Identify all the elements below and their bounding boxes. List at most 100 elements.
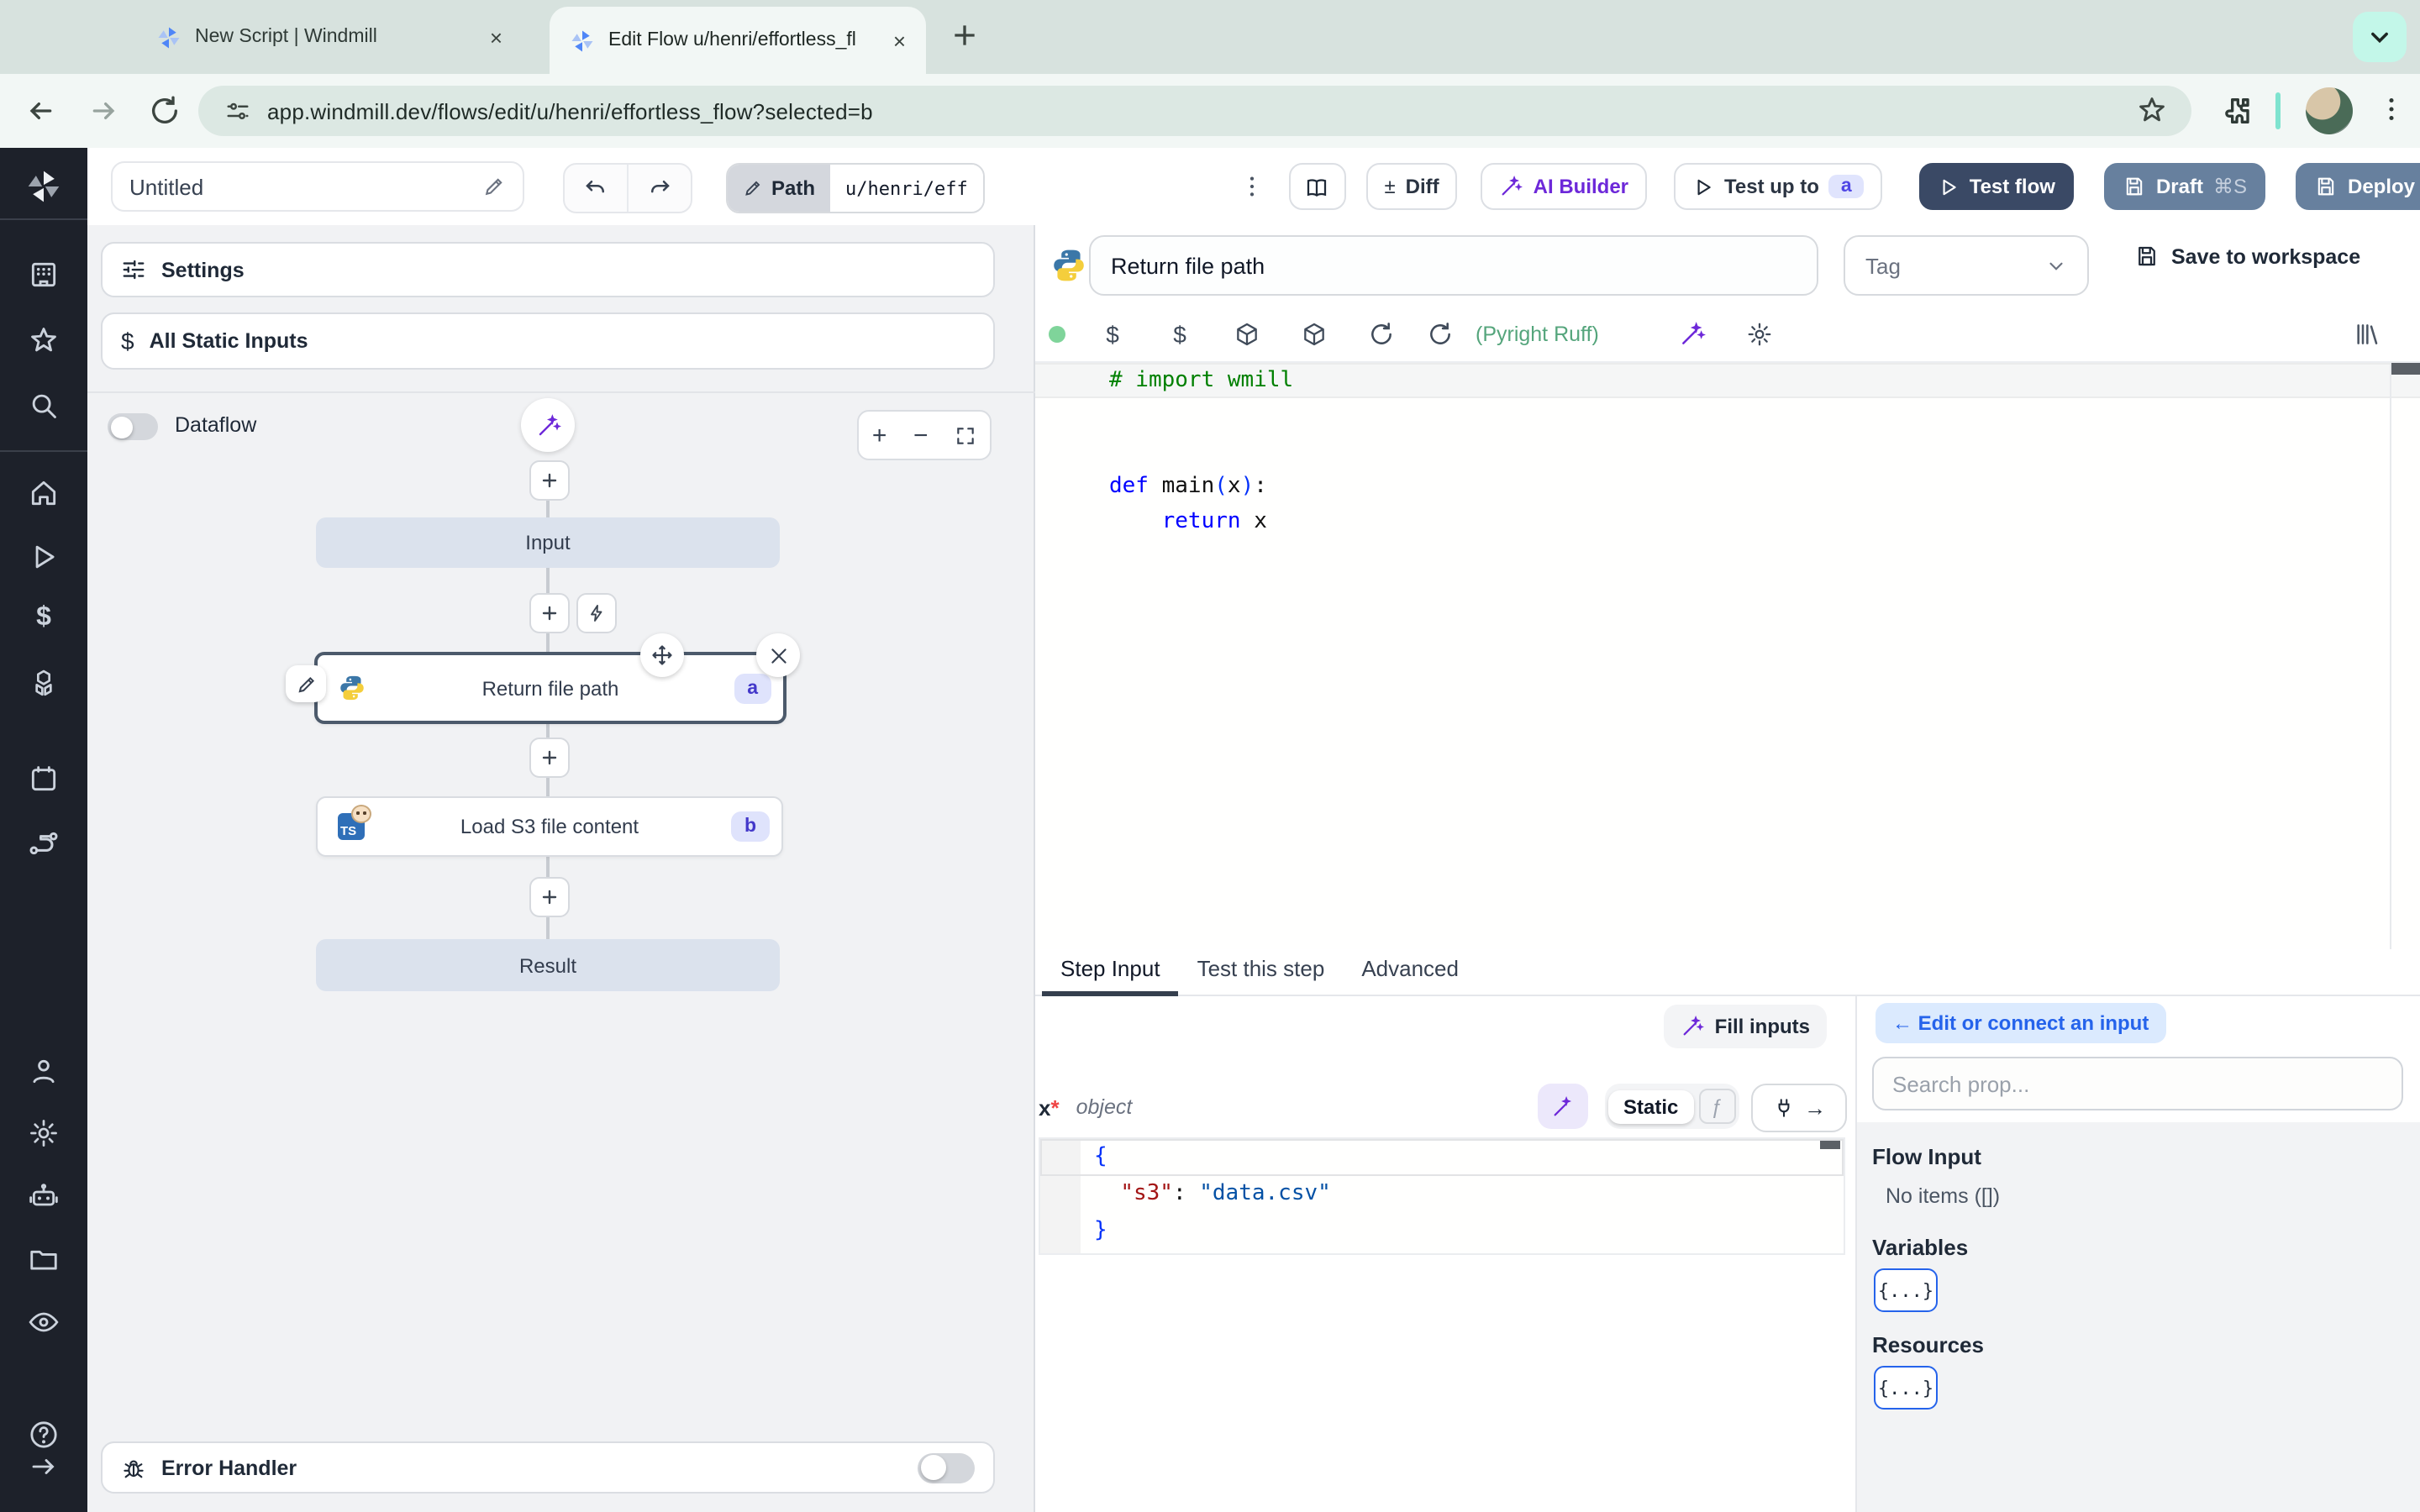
site-info-icon[interactable] bbox=[225, 98, 250, 123]
sidebar-item-runs[interactable] bbox=[28, 541, 60, 573]
new-tab-button[interactable] bbox=[948, 18, 981, 52]
browser-tab-active[interactable]: Edit Flow u/henri/effortless_fl × bbox=[550, 7, 926, 74]
code-line[interactable]: { bbox=[1040, 1139, 1844, 1176]
code-line[interactable] bbox=[1035, 433, 2420, 469]
edit-step-button[interactable] bbox=[286, 665, 326, 702]
diff-button[interactable]: ± Diff bbox=[1365, 163, 1458, 210]
package-lock-button[interactable] bbox=[1281, 320, 1348, 347]
forward-button[interactable] bbox=[87, 94, 121, 128]
fullscreen-icon[interactable] bbox=[955, 424, 976, 446]
all-static-inputs-button[interactable]: $ All Static Inputs bbox=[101, 312, 995, 370]
sidebar-item-users[interactable] bbox=[28, 1055, 60, 1087]
flow-node-step-a[interactable]: Return file path a bbox=[314, 652, 786, 724]
sidebar-item-folders[interactable] bbox=[28, 1243, 60, 1275]
package-button[interactable] bbox=[1213, 320, 1281, 347]
sidebar-item-settings[interactable] bbox=[28, 1117, 60, 1149]
sidebar-item-resources[interactable] bbox=[27, 667, 60, 701]
flow-node-step-b[interactable]: TS Load S3 file content b bbox=[316, 796, 783, 857]
dataflow-toggle[interactable] bbox=[108, 413, 158, 440]
editor-scrollbar-track[interactable] bbox=[2390, 363, 2391, 949]
sidebar-item-ai[interactable] bbox=[27, 1179, 60, 1213]
tab-step-input[interactable]: Step Input bbox=[1042, 956, 1180, 996]
sidebar-item-help[interactable] bbox=[27, 1418, 60, 1452]
tab-close-icon[interactable]: × bbox=[490, 26, 502, 48]
tab-search-button[interactable] bbox=[2353, 12, 2407, 62]
save-to-workspace-button[interactable]: Save to workspace bbox=[2134, 244, 2360, 269]
docs-button[interactable] bbox=[1288, 163, 1346, 210]
reload-deps-button[interactable] bbox=[1348, 320, 1415, 347]
code-line[interactable]: } bbox=[1040, 1213, 1844, 1250]
zoom-in-button[interactable]: + bbox=[872, 421, 887, 449]
more-options-button[interactable] bbox=[1238, 173, 1265, 200]
add-step-button[interactable] bbox=[529, 877, 570, 917]
resources-object-chip[interactable]: {...} bbox=[1874, 1366, 1938, 1410]
python-code-editor[interactable]: # import wmill def main(x): return x bbox=[1035, 363, 2420, 949]
add-step-button[interactable] bbox=[529, 738, 570, 778]
connect-input-button[interactable]: → bbox=[1751, 1084, 1847, 1132]
pencil-icon[interactable] bbox=[482, 175, 506, 198]
delete-step-button[interactable] bbox=[756, 633, 800, 677]
browser-tab-inactive[interactable]: New Script | Windmill × bbox=[139, 10, 519, 64]
error-handler-row[interactable]: Error Handler bbox=[101, 1441, 995, 1494]
zoom-out-button[interactable]: − bbox=[913, 421, 929, 449]
fill-inputs-button[interactable]: Fill inputs bbox=[1664, 1005, 1827, 1048]
step-name-input[interactable] bbox=[1089, 235, 1818, 296]
windmill-logo-icon[interactable] bbox=[25, 168, 62, 205]
flow-name-field[interactable]: Untitled bbox=[111, 161, 524, 212]
add-trigger-button[interactable] bbox=[576, 593, 617, 633]
editor-scrollbar-thumb[interactable] bbox=[1820, 1141, 1840, 1149]
browser-menu-button[interactable] bbox=[2376, 94, 2407, 124]
library-button[interactable] bbox=[2333, 320, 2400, 347]
flow-node-input[interactable]: Input bbox=[316, 517, 780, 568]
sidebar-item-routes[interactable] bbox=[27, 827, 60, 860]
sidebar-item-favorites[interactable] bbox=[28, 324, 60, 356]
redo-button[interactable] bbox=[629, 165, 691, 212]
avatar[interactable] bbox=[2306, 87, 2353, 134]
tab-close-icon[interactable]: × bbox=[893, 29, 906, 51]
path-button[interactable]: Path u/henri/eff bbox=[726, 163, 985, 213]
ai-fill-argument-button[interactable] bbox=[1538, 1084, 1588, 1129]
extensions-button[interactable] bbox=[2218, 94, 2252, 128]
reload-lint-button[interactable] bbox=[1415, 320, 1465, 347]
error-handler-toggle[interactable] bbox=[918, 1452, 975, 1483]
search-prop-input[interactable] bbox=[1872, 1057, 2403, 1110]
resource-picker-button[interactable]: $ bbox=[1146, 320, 1213, 347]
tab-test-this-step[interactable]: Test this step bbox=[1179, 956, 1344, 995]
tab-advanced[interactable]: Advanced bbox=[1343, 956, 1477, 995]
sidebar-item-audit[interactable] bbox=[27, 1305, 60, 1339]
sidebar-item-schedules[interactable] bbox=[28, 763, 60, 795]
ai-builder-button[interactable]: AI Builder bbox=[1481, 163, 1647, 210]
draft-button[interactable]: Draft ⌘S bbox=[2103, 163, 2265, 210]
code-line[interactable]: return x bbox=[1035, 504, 2420, 539]
add-step-button[interactable] bbox=[529, 460, 570, 501]
undo-button[interactable] bbox=[565, 165, 629, 212]
tag-select[interactable]: Tag bbox=[1844, 235, 2089, 296]
editor-scrollbar-thumb[interactable] bbox=[2391, 363, 2420, 375]
sidebar-item-search[interactable] bbox=[28, 390, 60, 422]
deploy-button[interactable]: Deploy bbox=[2296, 163, 2420, 210]
code-line[interactable] bbox=[1035, 398, 2420, 433]
flow-settings-button[interactable]: Settings bbox=[101, 242, 995, 297]
ai-assist-button[interactable] bbox=[1660, 320, 1727, 347]
sidebar-item-home[interactable] bbox=[28, 477, 60, 509]
add-step-button[interactable] bbox=[529, 593, 570, 633]
address-bar[interactable]: app.windmill.dev/flows/edit/u/henri/effo… bbox=[198, 86, 2191, 136]
flow-node-result[interactable]: Result bbox=[316, 939, 780, 991]
back-button[interactable] bbox=[24, 94, 57, 128]
test-flow-button[interactable]: Test flow bbox=[1918, 163, 2074, 210]
sidebar-item-workspace[interactable] bbox=[28, 259, 60, 291]
static-mode-button[interactable]: Static bbox=[1608, 1089, 1694, 1123]
variables-object-chip[interactable]: {...} bbox=[1874, 1268, 1938, 1312]
edit-or-connect-button[interactable]: ← Edit or connect an input bbox=[1876, 1003, 2166, 1043]
move-step-handle[interactable] bbox=[640, 633, 684, 677]
bookmark-button[interactable] bbox=[2136, 94, 2168, 126]
code-line[interactable]: def main(x): bbox=[1035, 469, 2420, 504]
sidebar-collapse-arrow[interactable] bbox=[29, 1452, 59, 1482]
expression-mode-button[interactable]: ƒ bbox=[1698, 1089, 1736, 1124]
editor-settings-button[interactable] bbox=[1727, 320, 1794, 347]
variable-picker-button[interactable]: $ bbox=[1079, 320, 1146, 347]
test-up-to-button[interactable]: Test up to a bbox=[1674, 163, 1882, 210]
code-line[interactable]: "s3": "data.csv" bbox=[1040, 1176, 1844, 1213]
code-line[interactable]: # import wmill bbox=[1035, 363, 2420, 398]
ai-flow-wand-button[interactable] bbox=[521, 398, 575, 452]
